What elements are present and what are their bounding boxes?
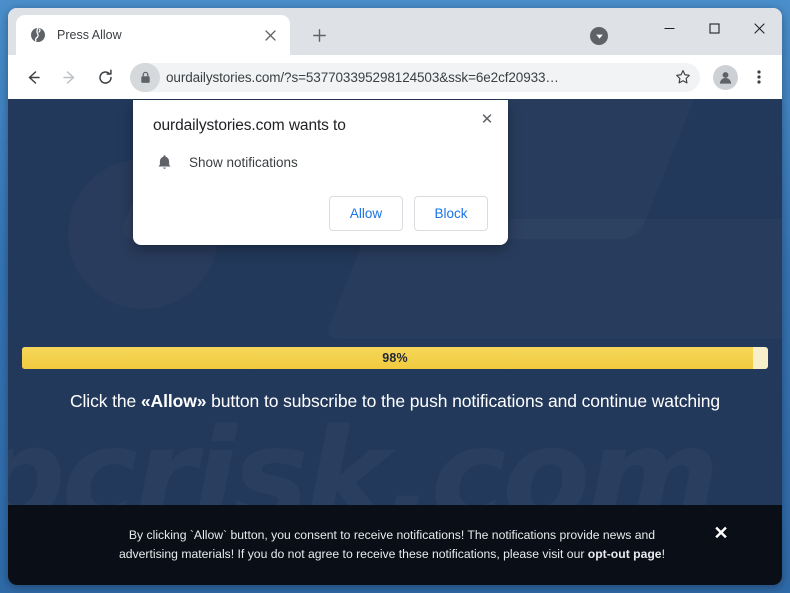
browser-tab[interactable]: Press Allow [16, 15, 290, 55]
tab-title: Press Allow [57, 28, 122, 42]
window-maximize-button[interactable] [692, 8, 737, 48]
dialog-close-icon[interactable]: ✕ [475, 107, 499, 131]
page-viewport: pcrisk.com 98% Click the «Allow» button … [8, 99, 782, 585]
window-minimize-button[interactable] [647, 8, 692, 48]
forward-button [54, 62, 84, 92]
browser-window: Press Allow ourdailystories.com/?s=53770… [8, 8, 782, 585]
consent-line-2-after: ! [661, 547, 665, 561]
reload-button[interactable] [90, 62, 120, 92]
lock-icon[interactable] [130, 62, 160, 92]
allow-button[interactable]: Allow [329, 196, 403, 231]
dialog-actions: Allow Block [153, 196, 488, 231]
consent-banner: By clicking `Allow` button, you consent … [8, 505, 782, 585]
dialog-permission-row: Show notifications [153, 154, 488, 171]
profile-avatar-icon [712, 64, 738, 90]
three-dot-menu-icon[interactable] [744, 62, 774, 92]
star-icon[interactable] [669, 64, 696, 91]
browser-toolbar: ourdailystories.com/?s=53770339529812450… [8, 55, 782, 99]
consent-banner-text: By clicking `Allow` button, you consent … [48, 526, 736, 564]
bell-icon [153, 154, 175, 171]
page-headline: Click the «Allow» button to subscribe to… [8, 391, 782, 412]
opt-out-page-link[interactable]: opt-out page [588, 547, 662, 561]
download-indicator-icon[interactable] [590, 27, 608, 45]
dialog-title: ourdailystories.com wants to [153, 117, 346, 134]
url-text: ourdailystories.com/?s=53770339529812450… [166, 69, 559, 85]
window-controls [647, 8, 782, 48]
tab-close-icon[interactable] [259, 24, 281, 46]
consent-line-2-before: advertising materials! If you do not agr… [119, 547, 588, 561]
headline-before: Click the [69, 391, 141, 411]
window-close-button[interactable] [737, 8, 782, 48]
dialog-permission-label: Show notifications [189, 155, 298, 170]
consent-line-1: By clicking `Allow` button, you consent … [128, 528, 656, 542]
headline-after: button to subscribe to the push notifica… [206, 391, 721, 411]
globe-icon [29, 27, 46, 44]
progress-bar: 98% [22, 347, 768, 369]
tab-strip: Press Allow [8, 8, 782, 55]
progress-bar-label: 98% [382, 351, 408, 365]
profile-button[interactable] [710, 62, 740, 92]
block-button[interactable]: Block [414, 196, 488, 231]
new-tab-button[interactable] [306, 22, 333, 49]
address-bar[interactable]: ourdailystories.com/?s=53770339529812450… [130, 62, 700, 92]
consent-banner-close-icon[interactable]: ✕ [710, 522, 732, 544]
headline-emphasis: «Allow» [140, 391, 207, 411]
back-button[interactable] [18, 62, 48, 92]
notification-permission-dialog: ✕ ourdailystories.com wants to Show noti… [133, 100, 508, 245]
